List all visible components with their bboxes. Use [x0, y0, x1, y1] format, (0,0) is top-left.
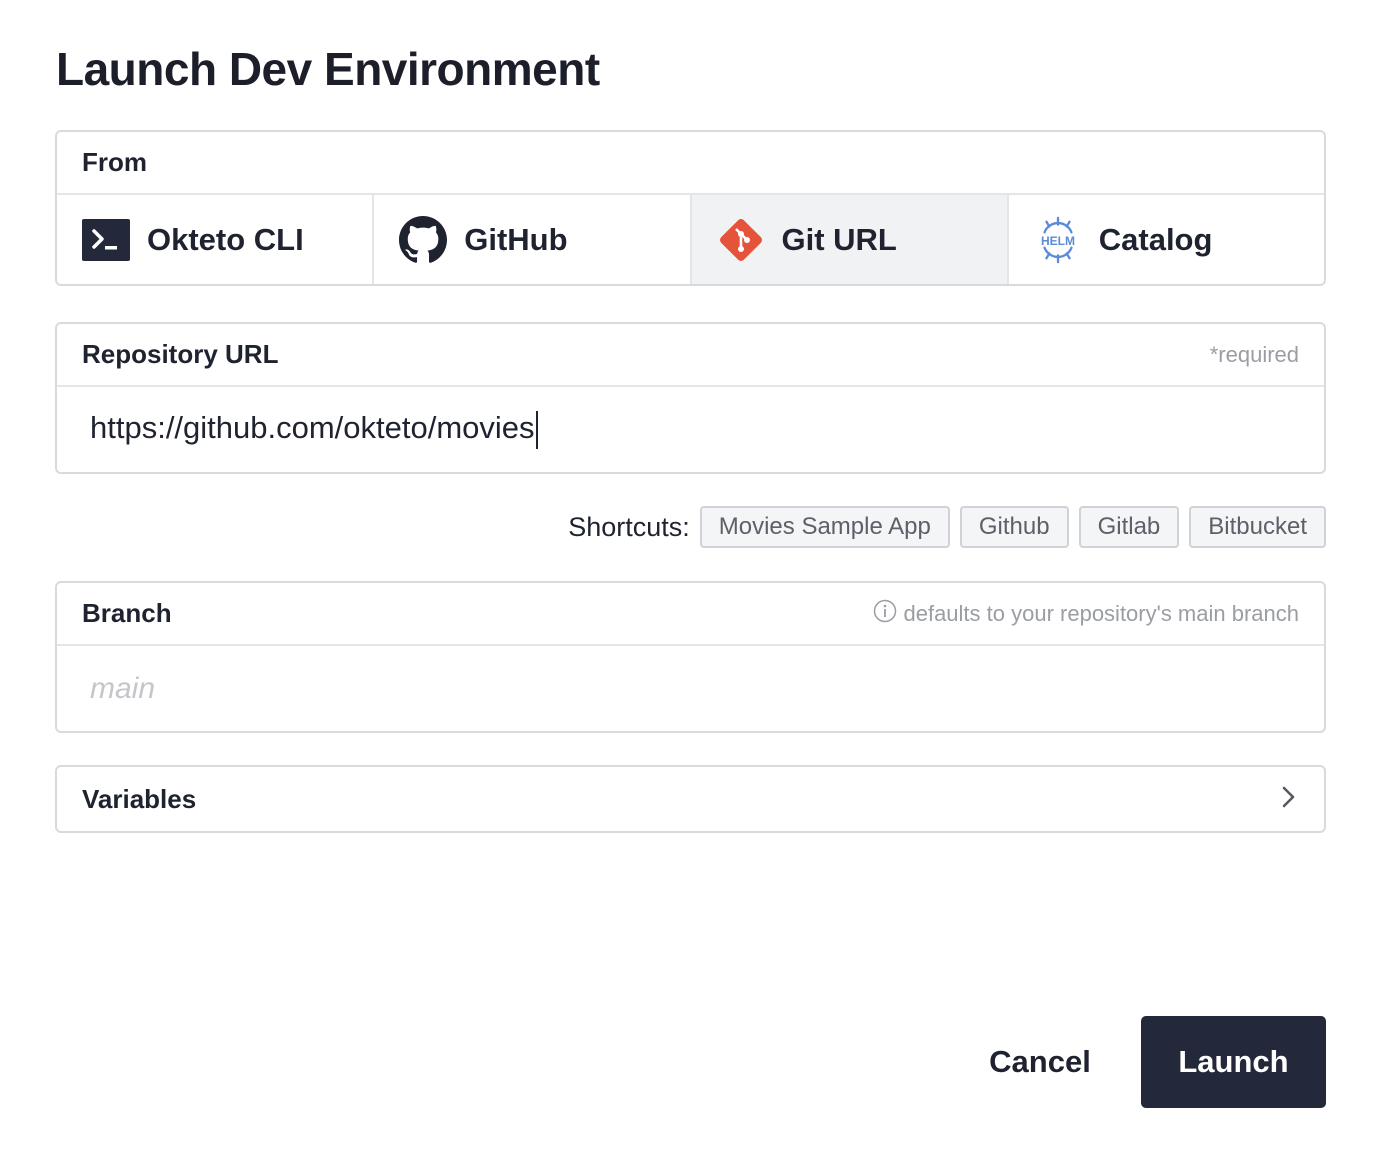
repository-url-value: https://github.com/okteto/movies: [90, 410, 535, 446]
branch-field: Branch defaults to your repository's mai…: [55, 581, 1326, 733]
tab-catalog[interactable]: HELM Catalog: [1009, 195, 1324, 284]
branch-input-row[interactable]: main: [57, 646, 1324, 731]
source-selector: From Okteto CLI GitHub Git URL HELM Cata…: [55, 130, 1326, 286]
shortcut-bitbucket[interactable]: Bitbucket: [1189, 506, 1326, 548]
chevron-right-icon: [1279, 785, 1299, 814]
repository-url-label: Repository URL: [82, 339, 279, 369]
shortcut-github[interactable]: Github: [959, 506, 1069, 548]
variables-label: Variables: [82, 783, 197, 814]
source-tabs: Okteto CLI GitHub Git URL HELM Catalog: [57, 195, 1324, 284]
repository-url-header: Repository URL *required: [57, 324, 1324, 387]
text-caret: [535, 410, 538, 449]
required-hint: *required: [1209, 341, 1299, 367]
tab-github[interactable]: GitHub: [374, 195, 692, 284]
branch-input-placeholder[interactable]: main: [90, 672, 155, 706]
branch-hint: defaults to your repository's main branc…: [873, 599, 1299, 629]
repository-url-input[interactable]: https://github.com/okteto/movies: [90, 410, 538, 449]
tab-label: GitHub: [464, 221, 568, 257]
repository-url-field: Repository URL *required https://github.…: [55, 322, 1326, 474]
shortcuts-bar: Shortcuts: Movies Sample App Github Gitl…: [568, 506, 1326, 548]
info-icon: [873, 599, 897, 629]
repository-url-input-row[interactable]: https://github.com/okteto/movies: [57, 387, 1324, 472]
launch-button[interactable]: Launch: [1141, 1016, 1326, 1108]
shortcut-gitlab[interactable]: Gitlab: [1078, 506, 1180, 548]
variables-section[interactable]: Variables: [55, 765, 1326, 833]
git-icon: [716, 215, 766, 265]
dialog-title: Launch Dev Environment: [56, 43, 600, 95]
tab-okteto-cli[interactable]: Okteto CLI: [57, 195, 375, 284]
helm-icon-text: HELM: [1041, 233, 1075, 247]
cancel-button[interactable]: Cancel: [970, 1016, 1110, 1108]
tab-label: Catalog: [1098, 221, 1213, 257]
github-icon: [398, 215, 448, 265]
tab-label: Git URL: [781, 221, 897, 257]
helm-icon: HELM: [1033, 215, 1083, 265]
shortcuts-label: Shortcuts:: [568, 511, 690, 542]
branch-header: Branch defaults to your repository's mai…: [57, 583, 1324, 646]
tab-label: Okteto CLI: [147, 221, 304, 257]
branch-label: Branch: [82, 598, 172, 628]
source-selector-header: From: [57, 132, 1324, 195]
shortcut-movies-sample-app[interactable]: Movies Sample App: [699, 506, 950, 548]
branch-hint-text: defaults to your repository's main branc…: [903, 600, 1299, 626]
tab-git-url[interactable]: Git URL: [691, 195, 1009, 284]
from-label: From: [82, 147, 147, 177]
terminal-icon: [81, 215, 131, 265]
